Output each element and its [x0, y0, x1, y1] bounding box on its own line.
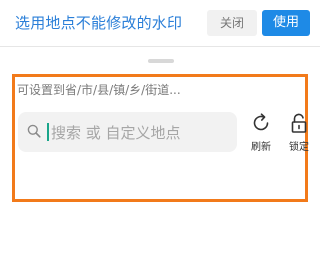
location-hint: 可设置到省/市/县/镇/乡/街道...	[17, 83, 181, 97]
search-placeholder: 搜索 或 自定义地点	[51, 124, 181, 142]
header-divider	[0, 46, 320, 47]
unlock-icon	[291, 113, 307, 133]
refresh-button[interactable]: 刷新	[246, 110, 276, 154]
drag-handle[interactable]	[148, 59, 174, 63]
dialog-header: 选用地点不能修改的水印 关闭 使用	[0, 0, 320, 46]
dialog-title: 选用地点不能修改的水印	[15, 14, 183, 32]
location-search-input[interactable]: 搜索 或 自定义地点	[18, 112, 237, 152]
use-button[interactable]: 使用	[262, 10, 310, 36]
refresh-label: 刷新	[251, 142, 271, 153]
text-cursor	[47, 123, 49, 141]
close-button[interactable]: 关闭	[207, 10, 257, 36]
lock-label: 锁定	[289, 142, 309, 153]
lock-button[interactable]: 锁定	[284, 110, 314, 154]
search-icon	[27, 124, 41, 138]
refresh-icon	[253, 113, 269, 131]
